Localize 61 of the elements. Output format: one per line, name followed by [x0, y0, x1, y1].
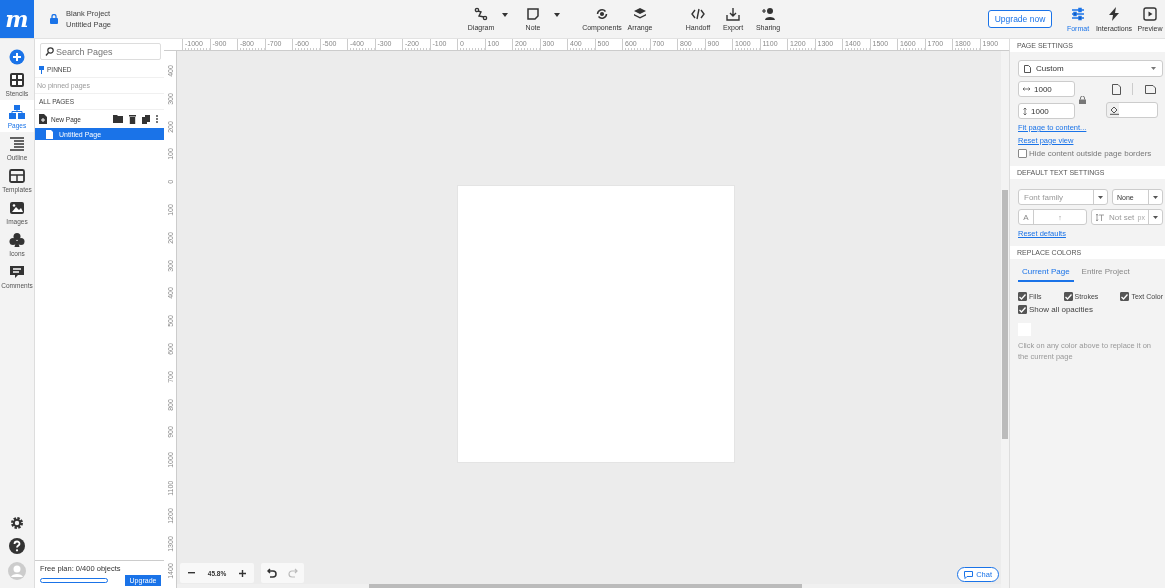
logo[interactable]: m — [0, 0, 34, 38]
settings-icon[interactable] — [10, 516, 24, 530]
undo-icon[interactable] — [266, 568, 277, 578]
pin-icon — [39, 65, 44, 74]
height-field[interactable]: 1000 — [1018, 103, 1075, 119]
font-family-dropdown[interactable]: Font family — [1018, 189, 1108, 205]
lines-icon — [9, 136, 25, 152]
layers-icon — [633, 7, 647, 21]
caret-icon — [1153, 215, 1158, 219]
search-icon — [45, 47, 54, 56]
add-user-icon — [761, 7, 775, 21]
font-family-input[interactable]: Font family — [1019, 192, 1093, 202]
cycle-icon — [595, 7, 609, 21]
width-field[interactable]: 1000 — [1018, 81, 1075, 97]
portrait-icon[interactable] — [1111, 83, 1121, 95]
page-icon — [1024, 64, 1031, 73]
tab[interactable]: Current Page — [1018, 265, 1074, 282]
upgrade-now-button[interactable]: Upgrade now — [988, 10, 1052, 28]
page-size-dropdown[interactable]: Custom — [1018, 60, 1163, 77]
help-icon[interactable] — [9, 538, 25, 554]
checkmark-icon — [1064, 293, 1072, 300]
lock-icon[interactable] — [1079, 96, 1086, 104]
plus-icon — [238, 569, 246, 577]
copy-icon[interactable] — [142, 114, 150, 124]
code-icon — [691, 7, 705, 21]
plus-icon — [9, 49, 25, 65]
height-icon — [1023, 107, 1027, 115]
comment-icon — [9, 264, 25, 280]
note-icon — [526, 7, 540, 21]
checkbox[interactable]: Show all opacities — [1018, 305, 1163, 314]
page-icon — [46, 129, 53, 139]
add-folder-icon[interactable] — [113, 115, 123, 123]
minus-icon — [188, 572, 196, 574]
chat-icon — [964, 570, 974, 579]
caret-icon — [1151, 67, 1156, 70]
fill-color-field[interactable] — [1106, 102, 1158, 118]
checkbox[interactable]: Hide content outside page borders — [1018, 149, 1163, 158]
caret-icon[interactable] — [502, 13, 508, 17]
play-icon — [1142, 6, 1158, 22]
lightning-icon — [1106, 6, 1122, 22]
caret-icon[interactable] — [554, 13, 560, 17]
add-page-icon — [39, 114, 47, 124]
club-icon — [9, 232, 25, 248]
horizontal-scrollbar[interactable] — [177, 584, 1001, 588]
checkmark-icon — [1121, 293, 1129, 300]
grid-icon — [9, 72, 25, 88]
line-height-input[interactable]: Not set — [1104, 212, 1138, 222]
landscape-icon[interactable] — [1145, 84, 1157, 94]
sitemap-icon — [9, 104, 25, 120]
caret-icon — [1098, 195, 1103, 199]
sliders-icon — [1070, 6, 1086, 22]
download-icon — [726, 7, 740, 21]
trash-icon[interactable] — [129, 114, 136, 124]
caret-icon — [1153, 195, 1158, 199]
connector-icon — [474, 7, 488, 21]
layout-icon — [9, 168, 25, 184]
search-field[interactable]: Search Pages — [40, 43, 161, 60]
width-icon — [1023, 87, 1030, 91]
lock-icon — [50, 14, 58, 24]
line-height-icon — [1096, 213, 1104, 221]
image-icon — [9, 200, 25, 216]
